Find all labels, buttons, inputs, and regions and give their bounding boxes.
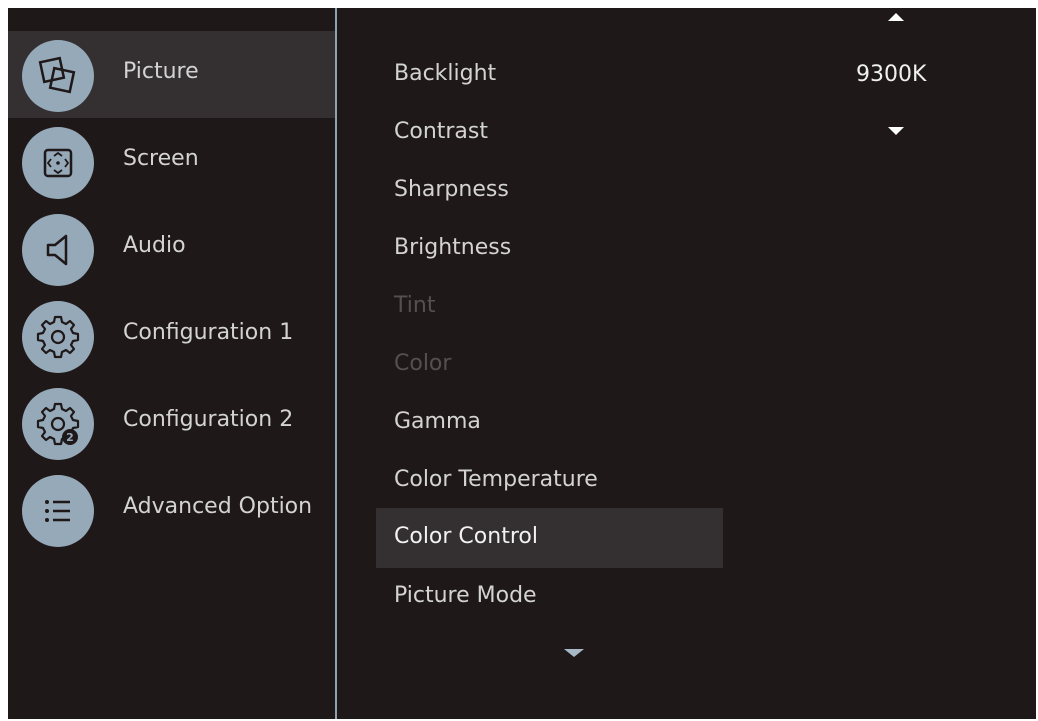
sidebar-item-label: Configuration 1 bbox=[123, 320, 294, 345]
sidebar-item-configuration-2[interactable]: 2 Configuration 2 bbox=[8, 379, 335, 466]
svg-text:2: 2 bbox=[66, 431, 74, 444]
menu-item-label: Tint bbox=[394, 293, 436, 318]
menu-item-label: Sharpness bbox=[394, 177, 509, 202]
menu-item-label: Color bbox=[394, 351, 452, 376]
menu-item-label: Gamma bbox=[394, 409, 481, 434]
scroll-up-arrow-icon[interactable] bbox=[888, 13, 904, 21]
menu-item-color: Color bbox=[376, 336, 723, 394]
menu-item-label: Backlight bbox=[394, 61, 497, 86]
sidebar-item-label: Audio bbox=[123, 233, 186, 258]
menu-item-sharpness[interactable]: Sharpness bbox=[376, 162, 723, 220]
menu-item-color-temperature[interactable]: Color Temperature bbox=[376, 452, 723, 510]
value-down-arrow-icon[interactable] bbox=[888, 127, 904, 135]
menu-item-label: Color Control bbox=[394, 524, 538, 549]
menu-item-color-control[interactable]: Color Control bbox=[376, 508, 723, 568]
screen-icon bbox=[22, 127, 94, 199]
sidebar-item-label: Advanced Option bbox=[123, 494, 313, 519]
menu-item-backlight[interactable]: Backlight bbox=[376, 46, 723, 104]
sidebar-item-picture[interactable]: Picture bbox=[8, 31, 335, 118]
menu-item-brightness[interactable]: Brightness bbox=[376, 220, 723, 278]
sidebar-item-label: Screen bbox=[123, 146, 199, 171]
scroll-down-arrow-icon[interactable] bbox=[564, 649, 584, 657]
picture-icon bbox=[22, 40, 94, 112]
gear-2-icon: 2 bbox=[22, 388, 94, 460]
menu-item-label: Picture Mode bbox=[394, 583, 537, 608]
option-value: 9300K bbox=[856, 62, 927, 87]
menu-item-tint: Tint bbox=[376, 278, 723, 336]
menu-item-gamma[interactable]: Gamma bbox=[376, 394, 723, 452]
osd-menu: Picture Screen Audio Configuration 1 2 C… bbox=[8, 8, 1036, 719]
speaker-icon bbox=[22, 214, 94, 286]
menu-item-label: Brightness bbox=[394, 235, 512, 260]
sidebar-item-screen[interactable]: Screen bbox=[8, 118, 335, 205]
menu-item-contrast[interactable]: Contrast bbox=[376, 104, 723, 162]
sidebar-item-advanced-option[interactable]: Advanced Option bbox=[8, 466, 335, 553]
sidebar-item-audio[interactable]: Audio bbox=[8, 205, 335, 292]
menu-item-label: Contrast bbox=[394, 119, 489, 144]
panel-divider bbox=[335, 8, 337, 719]
menu-item-picture-mode[interactable]: Picture Mode bbox=[376, 568, 723, 626]
sidebar-item-label: Configuration 2 bbox=[123, 407, 294, 432]
sidebar-item-label: Picture bbox=[123, 59, 199, 84]
picture-submenu: 9300K Backlight Contrast Sharpness Brigh… bbox=[376, 8, 1036, 719]
gear-icon bbox=[22, 301, 94, 373]
list-icon bbox=[22, 475, 94, 547]
sidebar-item-configuration-1[interactable]: Configuration 1 bbox=[8, 292, 335, 379]
menu-item-label: Color Temperature bbox=[394, 467, 598, 492]
main-menu: Picture Screen Audio Configuration 1 2 C… bbox=[8, 31, 335, 553]
